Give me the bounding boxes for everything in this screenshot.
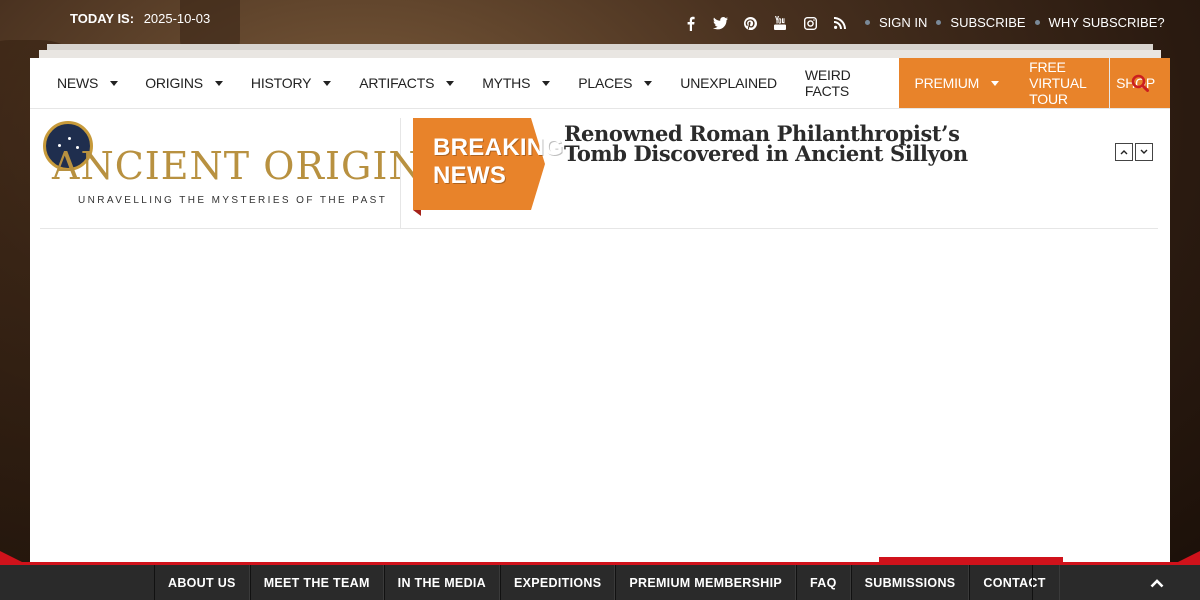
nav-items: NEWS ORIGINS HISTORY ARTIFACTS MYTHS PLA… — [30, 58, 1170, 108]
nav-item-weird-facts[interactable]: WEIRD FACTS — [791, 58, 888, 108]
ticker-prev-button[interactable] — [1115, 143, 1133, 161]
top-bar: TODAY IS: 2025-10-03 SIGN IN SUBSCRIBE W… — [0, 0, 1200, 46]
social-links — [680, 14, 850, 32]
search-button[interactable] — [1109, 58, 1170, 108]
news-label: NEWS — [433, 162, 507, 189]
site-logo[interactable]: ANCIENT ORIGINS UNRAVELLING THE MYSTERIE… — [40, 118, 449, 228]
rss-icon[interactable] — [830, 14, 850, 32]
nav-item-label: MYTHS — [482, 75, 531, 91]
breaking-label: BREAKING — [433, 134, 564, 161]
nav-item-label: ORIGINS — [145, 75, 203, 91]
main-nav: NEWS ORIGINS HISTORY ARTIFACTS MYTHS PLA… — [30, 58, 1170, 109]
today-date: 2025-10-03 — [143, 11, 211, 26]
footer-link-faq[interactable]: FAQ — [796, 565, 851, 600]
separator-dot — [1034, 20, 1040, 25]
subscribe-link[interactable]: SUBSCRIBE — [950, 15, 1025, 30]
panel-shadow — [39, 50, 1161, 58]
twitter-icon[interactable] — [710, 14, 730, 32]
nav-item-premium[interactable]: PREMIUM — [899, 58, 1015, 108]
nav-item-news[interactable]: NEWS — [30, 58, 132, 108]
caret-down-icon — [214, 80, 223, 86]
nav-item-myths[interactable]: MYTHS — [468, 58, 564, 108]
nav-item-label: FREE VIRTUAL TOUR — [1029, 59, 1087, 107]
footer-links: ABOUT US MEET THE TEAM IN THE MEDIA EXPE… — [154, 565, 1060, 600]
logo-wordmark: ANCIENT ORIGINS — [52, 144, 450, 188]
sign-in-link[interactable]: SIGN IN — [879, 15, 927, 30]
chevron-down-icon — [1140, 149, 1148, 154]
chevron-up-icon — [1120, 150, 1128, 155]
nav-item-label: WEIRD FACTS — [804, 67, 851, 99]
pinterest-icon[interactable] — [740, 14, 760, 32]
why-subscribe-link[interactable]: WHY SUBSCRIBE? — [1049, 15, 1165, 30]
caret-down-icon — [542, 80, 551, 86]
today-label: TODAY IS: — [70, 11, 135, 26]
nav-item-free-virtual-tour[interactable]: FREE VIRTUAL TOUR — [1014, 58, 1102, 108]
nav-item-origins[interactable]: ORIGINS — [132, 58, 237, 108]
caret-down-icon — [991, 80, 1000, 86]
separator-dot — [865, 20, 870, 25]
footer-link-in-the-media[interactable]: IN THE MEDIA — [383, 565, 500, 600]
nav-item-label: PREMIUM — [914, 75, 980, 91]
footer-bar: ABOUT US MEET THE TEAM IN THE MEDIA EXPE… — [0, 565, 1200, 600]
account-links: SIGN IN SUBSCRIBE WHY SUBSCRIBE? — [856, 15, 1165, 30]
footer-link-submissions[interactable]: SUBMISSIONS — [850, 565, 970, 600]
footer-divider — [1032, 565, 1033, 600]
caret-down-icon — [446, 80, 455, 86]
separator-dot — [936, 20, 942, 25]
nav-item-label: NEWS — [57, 75, 99, 91]
instagram-icon[interactable] — [800, 14, 820, 32]
nav-item-places[interactable]: PLACES — [564, 58, 666, 108]
youtube-icon[interactable] — [770, 14, 790, 32]
nav-item-label: PLACES — [578, 75, 633, 91]
footer-link-about-us[interactable]: ABOUT US — [154, 565, 250, 600]
search-icon — [1131, 74, 1149, 92]
footer-link-contact[interactable]: CONTACT — [969, 565, 1060, 600]
main-panel: NEWS ORIGINS HISTORY ARTIFACTS MYTHS PLA… — [30, 58, 1170, 562]
footer-link-premium-membership[interactable]: PREMIUM MEMBERSHIP — [615, 565, 796, 600]
facebook-icon[interactable] — [680, 14, 700, 32]
caret-down-icon — [323, 80, 332, 86]
ticker-controls — [1115, 143, 1153, 161]
footer-link-expeditions[interactable]: EXPEDITIONS — [500, 565, 616, 600]
nav-item-history[interactable]: HISTORY — [237, 58, 345, 108]
scroll-to-top-button[interactable] — [1145, 574, 1169, 592]
today-display: TODAY IS: 2025-10-03 — [70, 11, 210, 26]
footer-link-meet-the-team[interactable]: MEET THE TEAM — [249, 565, 384, 600]
nav-item-artifacts[interactable]: ARTIFACTS — [345, 58, 468, 108]
header-divider — [40, 228, 1158, 229]
nav-item-unexplained[interactable]: UNEXPLAINED — [666, 58, 791, 108]
nav-item-label: HISTORY — [250, 75, 312, 91]
breaking-headline[interactable]: Renowned Roman Philanthropist’s Tomb Dis… — [564, 123, 984, 164]
breaking-news-badge: BREAKING NEWS — [413, 118, 563, 216]
caret-down-icon — [644, 80, 653, 86]
chevron-up-icon — [1150, 578, 1164, 587]
logo-tagline: UNRAVELLING THE MYSTERIES OF THE PAST — [78, 195, 388, 206]
nav-item-label: ARTIFACTS — [359, 75, 435, 91]
ticker-next-button[interactable] — [1135, 143, 1153, 161]
caret-down-icon — [110, 80, 119, 86]
nav-item-label: UNEXPLAINED — [680, 75, 777, 91]
